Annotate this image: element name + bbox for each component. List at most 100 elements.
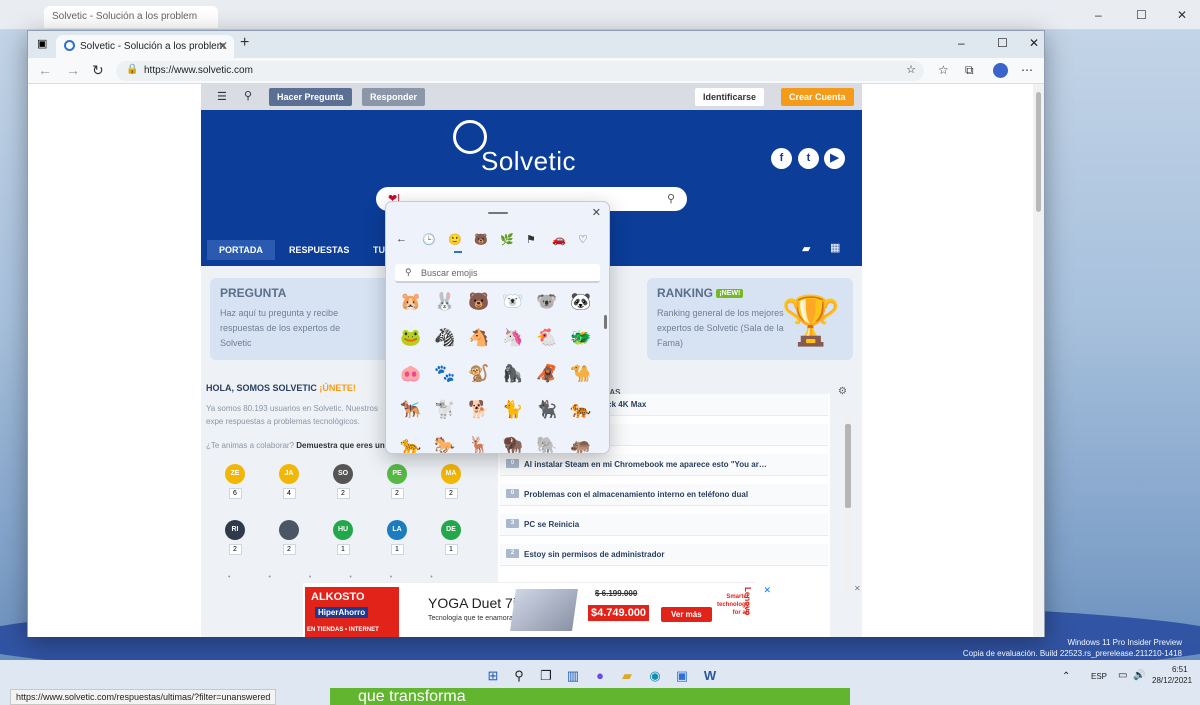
menu-respuestas[interactable]: RESPUESTAS [277,240,361,260]
emoji-item[interactable]: 🐨 [535,290,559,314]
bg-minimize-button[interactable]: – [1095,8,1102,22]
menu-portada[interactable]: PORTADA [207,240,275,260]
advertisement-banner[interactable]: ALKOSTO HiperAhorro EN TIENDAS • INTERNE… [303,582,771,637]
emoji-item[interactable]: 🐻 [467,290,491,314]
refresh-icon[interactable]: ↻ [92,62,104,79]
emoji-item[interactable]: 🐔 [535,326,559,350]
panel-drag-handle[interactable] [488,212,508,214]
avatar[interactable]: ZE [225,464,245,484]
emoji-search-input[interactable]: ⚲ Buscar emojis [395,264,600,283]
favorites-icon[interactable]: ☆ [938,63,949,77]
emoji-scrollbar[interactable] [604,315,607,329]
avatar[interactable]: LA [387,520,407,540]
edge-icon[interactable]: ◉ [646,667,664,685]
new-tab-button[interactable]: + [240,34,249,52]
tray-chevron-icon[interactable]: ⌃ [1062,671,1070,682]
avatar[interactable]: DE [441,520,461,540]
emoji-item[interactable]: 🐩 [433,398,457,422]
emoji-item[interactable]: 🦌 [467,434,491,453]
calendar-icon[interactable]: ▦ [830,241,840,254]
user-avatar[interactable]: PE 2 [387,464,407,499]
language-indicator[interactable]: ESP [1091,672,1107,681]
user-avatar[interactable]: MA 2 [441,464,461,499]
page-scroll-thumb[interactable] [1036,92,1041,212]
background-tab[interactable]: Solvetic - Solución a los problem [44,6,218,28]
ad-dismiss-icon[interactable]: ✕ [854,584,861,593]
collaborate-link[interactable]: Demuestra que eres un ex [296,441,390,450]
avatar[interactable]: HU [333,520,353,540]
emoji-item[interactable]: 🐰 [433,290,457,314]
user-avatar[interactable]: LA 1 [387,520,407,555]
ad-close-icon[interactable]: ✕ [763,585,771,596]
emoji-item[interactable]: 🐸 [399,326,423,350]
question-title[interactable]: Problemas con el almacenamiento interno … [524,490,748,499]
file-explorer-icon[interactable]: ▰ [618,667,636,685]
bg-maximize-button[interactable]: ☐ [1136,8,1147,22]
join-link[interactable]: ¡ÚNETE! [319,383,356,393]
questions-scroll-thumb[interactable] [845,424,851,508]
facebook-icon[interactable]: f [771,148,792,169]
user-avatar[interactable]: SO 2 [333,464,353,499]
avatar[interactable]: MA [441,464,461,484]
emoji-item[interactable]: 🐈 [501,398,525,422]
answer-button[interactable]: Responder [362,88,426,106]
question-row[interactable]: 0 Al instalar Steam en mi Chromebook me a… [500,454,828,476]
emoji-item[interactable]: 🦍 [501,362,525,386]
emoji-item[interactable]: 🐆 [399,434,423,453]
folder-icon[interactable]: ▰ [802,242,810,255]
page-scrollbar[interactable] [1033,84,1044,637]
maximize-button[interactable]: ☐ [997,36,1008,50]
emoji-item[interactable]: 🐪 [569,362,593,386]
emoji-category-flag-icon[interactable]: ⚑ [526,233,536,246]
tab-actions-icon[interactable]: ▣ [37,37,47,50]
emoji-panel-close-icon[interactable]: ✕ [592,206,601,219]
emoji-item[interactable]: 🐎 [433,434,457,453]
avatar[interactable]: JA [279,464,299,484]
emoji-category-smiley-icon[interactable]: 🙂 [448,233,462,246]
emoji-item[interactable]: 🐻‍❄️ [501,290,525,314]
background-browser-window[interactable]: Solvetic - Solución a los problem – ☐ ✕ [0,0,1200,30]
emoji-item[interactable]: 🦓 [433,326,457,350]
active-tab[interactable]: Solvetic - Solución a los problem ✕ [56,35,234,58]
emoji-item[interactable]: 🐘 [535,434,559,453]
profile-avatar-icon[interactable] [993,63,1008,78]
twitter-icon[interactable]: t [798,148,819,169]
emoji-item[interactable]: 🐼 [569,290,593,314]
avatar[interactable]: RI [225,520,245,540]
clock-date[interactable]: 28/12/2021 [1152,676,1192,685]
task-view-icon[interactable]: ❐ [537,667,555,685]
emoji-item[interactable]: 🐕‍🦺 [399,398,423,422]
emoji-item[interactable]: 🐕 [467,398,491,422]
emoji-item[interactable]: 🐒 [467,362,491,386]
emoji-item[interactable]: 🐈‍⬛ [535,398,559,422]
emoji-category-heart-icon[interactable]: ♡ [578,233,588,246]
user-avatar[interactable]: HU 1 [333,520,353,555]
avatar[interactable]: PE [387,464,407,484]
network-icon[interactable]: ▭ [1118,670,1127,681]
emoji-category-vehicle-icon[interactable]: 🚗 [552,233,566,246]
clock-time[interactable]: 6:51 [1172,665,1188,674]
volume-icon[interactable]: 🔊 [1133,670,1145,681]
collections-icon[interactable]: ⧉ [965,63,974,78]
chat-icon[interactable]: ● [591,667,609,685]
ask-question-button[interactable]: Hacer Pregunta [269,88,352,106]
question-row[interactable]: 3 PC se Reinicia [500,514,828,536]
favorite-star-icon[interactable]: ☆ [906,63,916,76]
emoji-category-back-icon[interactable]: ← [396,233,407,245]
youtube-icon[interactable]: ▶ [824,148,845,169]
user-avatar[interactable]: RI 2 [225,520,245,555]
widgets-icon[interactable]: ▥ [564,667,582,685]
settings-gear-icon[interactable]: ⚙ [838,386,847,397]
emoji-category-recent-icon[interactable]: 🕒 [422,233,436,246]
login-button[interactable]: Identificarse [695,88,765,106]
user-avatar[interactable]: JA 4 [279,464,299,499]
emoji-item[interactable]: 🦬 [501,434,525,453]
start-button-icon[interactable]: ⊞ [484,667,502,685]
emoji-item[interactable]: 🦄 [501,326,525,350]
emoji-item[interactable]: 🐽 [399,362,423,386]
search-submit-icon[interactable]: ⚲ [667,192,675,205]
emoji-item[interactable]: 🐾 [433,362,457,386]
search-icon[interactable]: ⚲ [244,89,252,102]
forward-icon[interactable]: → [66,62,80,78]
user-avatar[interactable]: 2 [279,520,299,555]
